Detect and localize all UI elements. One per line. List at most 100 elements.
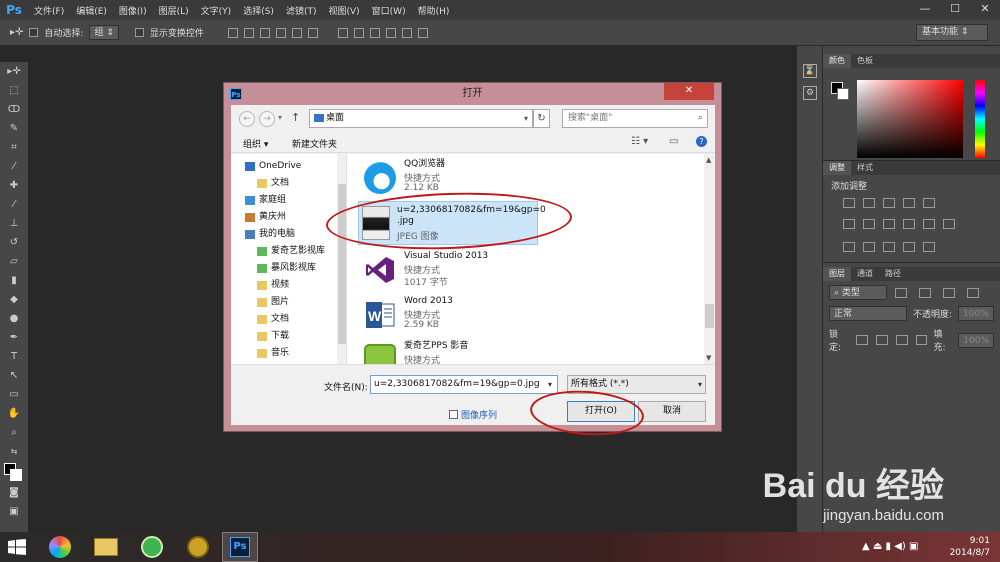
nav-item[interactable]: 文档 [231,175,346,192]
align-top-icon[interactable] [227,27,238,38]
screen-mode-icon[interactable]: ▣ [0,502,28,521]
lock-position-icon[interactable] [895,335,908,345]
tray-icons[interactable]: ▲ ⏏ ▮ ◀) ▣ [862,541,918,552]
brightness-icon[interactable] [843,198,855,208]
type-tool-icon[interactable]: T [0,347,28,366]
shape-tool-icon[interactable]: ▭ [0,385,28,404]
crop-tool-icon[interactable]: ⌗ [0,138,28,157]
tab-layers[interactable]: 图层 [823,267,851,281]
preview-pane-icon[interactable]: ▭ [669,136,678,147]
background-color[interactable] [10,469,22,481]
tab-paths[interactable]: 路径 [879,267,907,281]
auto-select-dropdown[interactable]: 组 ⇕ [89,25,119,40]
view-options-icon[interactable]: ☷ ▾ [631,136,648,147]
align-bottom-icon[interactable] [259,27,270,38]
eraser-tool-icon[interactable]: ▱ [0,252,28,271]
taskbar-explorer[interactable] [88,532,124,562]
menu-help[interactable]: 帮助(H) [412,4,456,17]
file-item-word[interactable]: W Word 2013 快捷方式 2.59 KB [358,293,658,337]
filter-type-icon[interactable] [943,287,955,298]
nav-item[interactable]: 视频 [231,277,346,294]
dodge-tool-icon[interactable]: ● [0,309,28,328]
new-folder-button[interactable]: 新建文件夹 [292,137,337,150]
distribute-top-icon[interactable] [337,27,348,38]
zoom-tool-icon[interactable]: ⌕ [0,423,28,442]
nav-item[interactable]: 家庭组 [231,192,346,209]
up-arrow-icon[interactable]: ↑ [291,111,300,124]
distribute-left-icon[interactable] [385,27,396,38]
menu-view[interactable]: 视图(V) [322,4,365,17]
threshold-icon[interactable] [883,242,895,252]
levels-icon[interactable] [863,198,875,208]
eyedropper-tool-icon[interactable]: ⁄ [0,157,28,176]
distribute-vcenter-icon[interactable] [353,27,364,38]
back-icon[interactable]: ← [239,111,255,127]
lock-paint-icon[interactable] [875,335,888,345]
clock[interactable]: 9:01 2014/8/7 [950,535,990,559]
menu-type[interactable]: 文字(Y) [195,4,238,17]
nav-item[interactable]: 爱奇艺影视库 [231,243,346,260]
exposure-icon[interactable] [903,198,915,208]
file-scrollbar[interactable]: ▲ ▼ [704,154,715,364]
nav-item[interactable]: 下载 [231,328,346,345]
address-bar[interactable]: 桌面 ▾ [309,109,533,128]
show-transform-checkbox[interactable] [134,28,144,37]
photo-filter-icon[interactable] [903,219,915,229]
menu-filter[interactable]: 滤镜(T) [280,4,323,17]
organize-button[interactable]: 组织 ▾ [243,137,268,150]
file-item-qq-browser[interactable]: QQ浏览器 快捷方式 2.12 KB [358,156,658,200]
color-swatches[interactable] [0,461,28,483]
menu-select[interactable]: 选择(S) [237,4,280,17]
cancel-button[interactable]: 取消 [638,401,706,422]
align-left-icon[interactable] [275,27,286,38]
distribute-hcenter-icon[interactable] [401,27,412,38]
quick-select-tool-icon[interactable]: ✎ [0,119,28,138]
nav-item[interactable]: 文档 [231,311,346,328]
vibrance-icon[interactable] [923,198,935,208]
distribute-bottom-icon[interactable] [369,27,380,38]
search-input[interactable]: 搜索"桌面" ⌕ [562,109,708,128]
align-hcenter-icon[interactable] [291,27,302,38]
menu-image[interactable]: 图像(I) [113,4,153,17]
search-icon[interactable]: ⌕ [698,110,703,127]
taskbar-app-colorful-icon[interactable] [42,532,78,562]
brush-tool-icon[interactable]: ⁄ [0,195,28,214]
properties-panel-icon[interactable]: ⚙ [803,86,817,100]
move-tool-icon[interactable]: ▸✛ [0,62,28,81]
nav-item[interactable]: 暴风影视库 [231,260,346,277]
hue-sat-icon[interactable] [843,219,855,229]
history-brush-icon[interactable]: ↺ [0,233,28,252]
bw-icon[interactable] [883,219,895,229]
menu-layer[interactable]: 图层(L) [153,4,195,17]
move-tool-icon[interactable]: ▸✛ [10,27,23,38]
nav-item[interactable]: 音乐 [231,345,346,362]
lasso-tool-icon[interactable]: ↀ [0,100,28,119]
close-window-button[interactable]: ✕ [970,0,1000,20]
swap-colors-icon[interactable]: ⇆ [0,442,28,461]
layer-filter-dropdown[interactable]: ⌕ 类型 [829,285,887,300]
align-right-icon[interactable] [307,27,318,38]
forward-icon[interactable]: → [259,111,275,127]
gradient-map-icon[interactable] [903,242,915,252]
filename-dropdown-icon[interactable]: ▾ [543,376,557,393]
nav-scroll-thumb[interactable] [338,184,346,344]
tab-color[interactable]: 颜色 [823,54,851,68]
menu-edit[interactable]: 编辑(E) [70,4,113,17]
file-item-visual-studio[interactable]: Visual Studio 2013 快捷方式 1017 字节 [358,248,658,292]
help-icon[interactable]: ? [696,136,707,147]
quick-mask-icon[interactable]: ◙ [0,483,28,502]
color-lookup-icon[interactable] [943,219,955,229]
lock-all-icon[interactable] [915,335,928,345]
menu-file[interactable]: 文件(F) [28,4,70,17]
filter-pixel-icon[interactable] [895,287,907,298]
hue-slider[interactable] [975,80,985,158]
scroll-up-icon[interactable]: ▲ [706,156,711,164]
color-balance-icon[interactable] [863,219,875,229]
color-spectrum[interactable] [857,80,963,158]
maximize-button[interactable]: ☐ [940,0,970,20]
gradient-tool-icon[interactable]: ▮ [0,271,28,290]
marquee-tool-icon[interactable]: ⬚ [0,81,28,100]
nav-item[interactable]: OneDrive [231,158,346,175]
taskbar-app-gold[interactable] [180,532,216,562]
tab-adjustments[interactable]: 调整 [823,161,851,175]
